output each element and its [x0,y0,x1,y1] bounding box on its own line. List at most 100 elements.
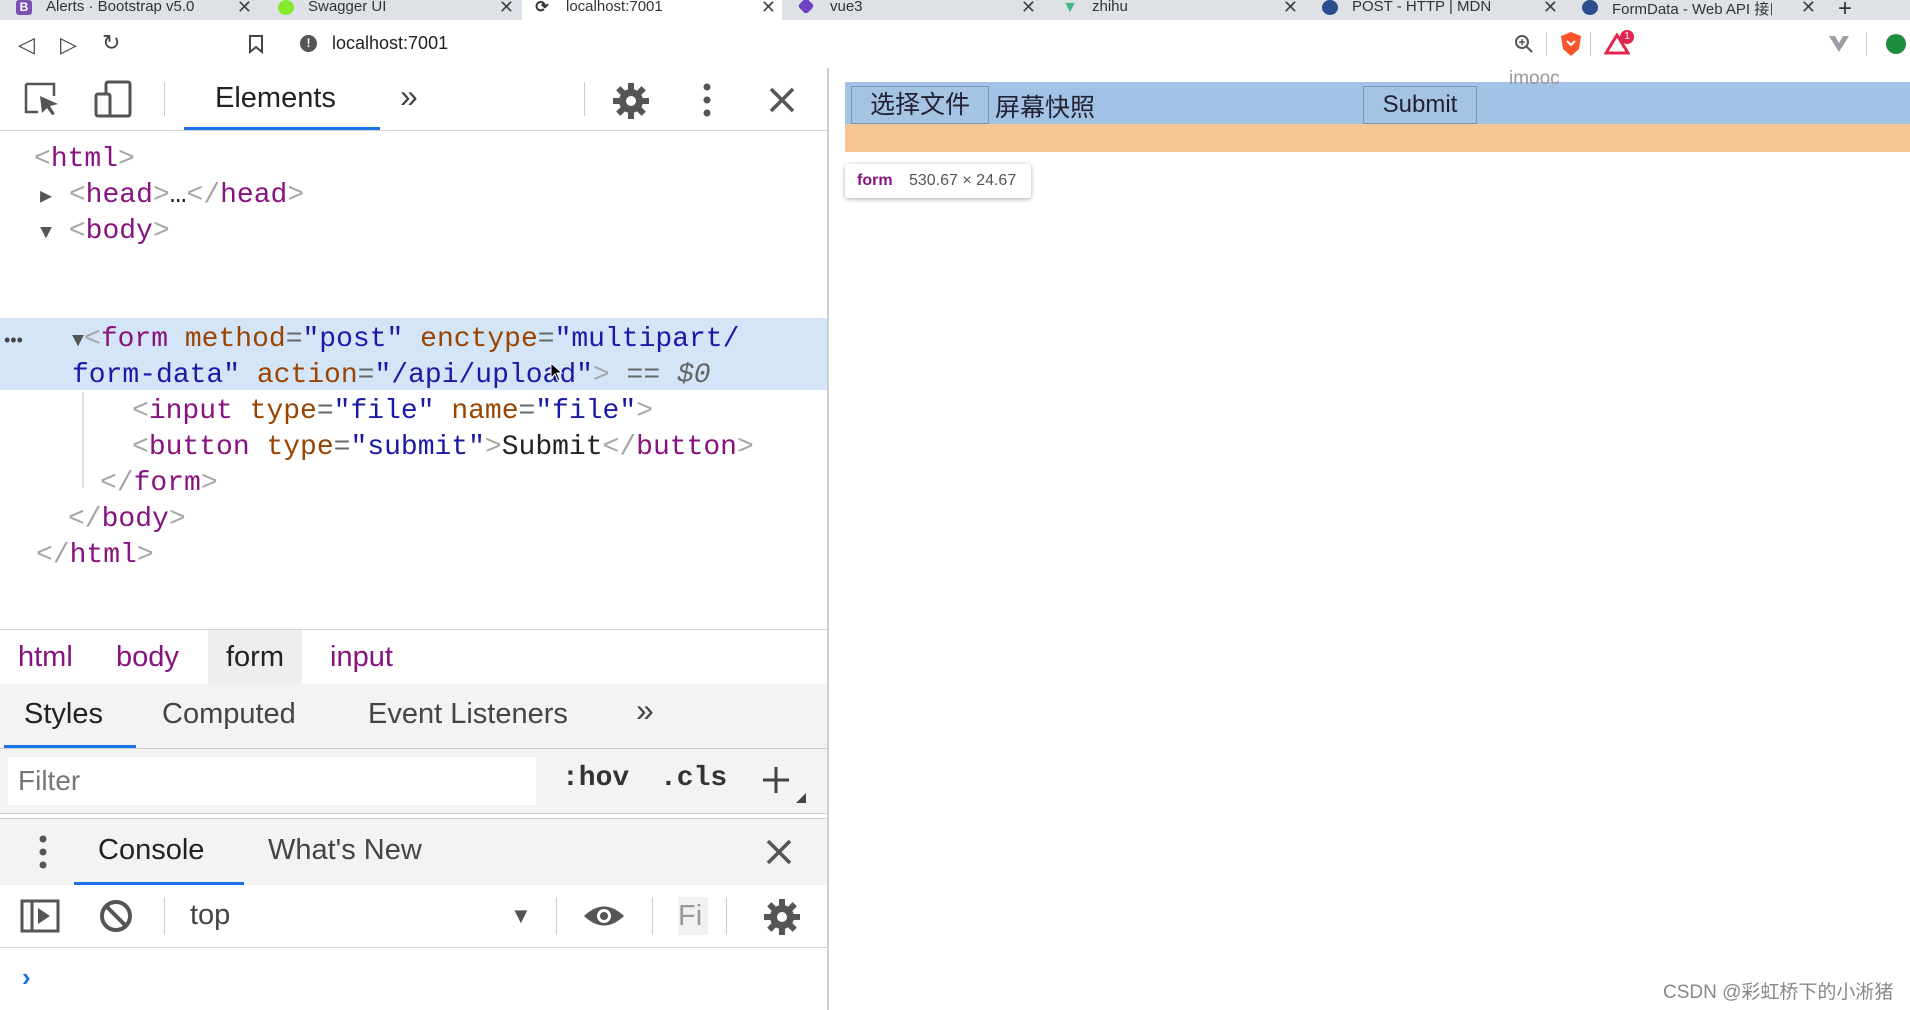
close-tab-icon[interactable]: ✕ [237,0,252,18]
clear-console-icon[interactable] [98,898,134,934]
close-tab-icon[interactable]: ✕ [761,0,776,18]
close-tab-icon[interactable]: ✕ [1543,0,1558,18]
live-expression-eye-icon[interactable] [582,903,626,929]
tab-whats-new[interactable]: What's New [268,834,422,867]
console-toolbar: top ▼ Fi [0,885,827,948]
dom-node-body[interactable]: ▼ <body> [40,214,170,250]
settings-gear-icon[interactable] [611,81,651,121]
dom-node-body-close[interactable]: </body> [68,502,186,538]
close-tab-icon[interactable]: ✕ [499,0,514,18]
tab-vue3[interactable]: vue3 ✕ [784,0,1042,20]
close-devtools-icon[interactable] [768,86,796,114]
tab-localhost[interactable]: ⟳ localhost:7001 ✕ [522,0,782,20]
vue-logo-icon: ▼ [1062,0,1078,16]
dom-node-form-cont[interactable]: form-data" action="/api/upload"> == $0 [72,358,711,394]
chevron-down-icon[interactable]: ▼ [510,903,532,929]
toolbar-divider [164,82,165,116]
devtools-main-toolbar: Elements » [0,68,827,131]
tab-console[interactable]: Console [98,834,204,867]
reload-icon[interactable]: ↻ [102,30,120,56]
site-info-icon[interactable]: ! [300,35,317,52]
breadcrumb-html[interactable]: html [0,630,91,684]
show-sidebar-icon[interactable] [20,899,60,933]
zoom-icon[interactable] [1514,34,1534,54]
bootstrap-icon: B [16,0,32,15]
tab-bootstrap[interactable]: B Alerts · Bootstrap v5.0 ✕ [0,0,258,20]
selected-file-name: 屏幕快照 [995,93,1096,122]
close-tab-icon[interactable]: ✕ [1021,0,1036,18]
tab-styles[interactable]: Styles [24,698,103,731]
page-viewport: 选择文件 屏幕快照 Submit imooc form 530.67 × 24.… [829,68,1910,1010]
extension-icon[interactable] [1886,34,1906,54]
tab-title: POST - HTTP | MDN [1352,0,1492,15]
address-bar[interactable]: localhost:7001 [332,33,448,54]
tab-computed[interactable]: Computed [162,698,296,731]
dom-node-html[interactable]: <html> [34,142,135,178]
toolbar-divider [164,897,165,935]
active-tab-indicator [4,745,136,748]
choose-file-button[interactable]: 选择文件 [851,86,989,124]
mouse-cursor-icon [550,362,564,382]
styles-filter-row: Filter :hov .cls [0,749,827,814]
console-settings-gear-icon[interactable] [762,897,802,937]
tab-mdn-formdata[interactable]: FormData - Web API 接口 ✕ [1566,0,1822,20]
breadcrumb-body[interactable]: body [98,630,197,684]
device-toolbar-icon[interactable] [94,80,134,118]
node-actions-ellipsis[interactable]: ••• [4,330,23,351]
breadcrumb-input[interactable]: input [312,630,411,684]
forward-icon[interactable]: ▷ [60,32,77,58]
styles-filter-input[interactable]: Filter [8,757,536,805]
cls-toggle[interactable]: .cls [660,763,727,794]
dom-tree: <html> ▶ <head>…</head> ▼ <body> ••• ▼<f… [0,130,827,628]
more-tabs-icon[interactable]: » [636,692,654,729]
bookmark-icon[interactable] [248,34,264,54]
dom-node-button[interactable]: <button type="submit">Submit</button> [132,430,754,466]
styles-tabbar: Styles Computed Event Listeners » [0,684,827,749]
submit-button[interactable]: Submit [1363,86,1477,124]
collapse-triangle-icon[interactable]: ▼ [40,222,52,245]
rewards-badge: 1 [1620,30,1634,44]
console-filter-input[interactable]: Fi [678,897,708,935]
video-watermark: imooc [1509,68,1560,89]
new-style-rule-icon[interactable] [762,765,808,807]
more-options-icon[interactable] [702,83,712,117]
breadcrumb-form[interactable]: form [208,630,302,684]
filter-placeholder: Filter [18,765,81,796]
context-selector[interactable]: top [190,899,230,932]
filter-placeholder: Fi [678,900,703,932]
close-drawer-icon[interactable] [766,839,792,865]
tab-elements[interactable]: Elements [215,82,336,115]
dom-node-input[interactable]: <input type="file" name="file"> [132,394,653,430]
close-tab-icon[interactable]: ✕ [1801,0,1816,18]
drawer-tabbar: Console What's New [0,818,827,886]
swagger-icon [278,0,294,15]
tab-title: zhihu [1092,0,1128,15]
brave-shield-icon[interactable] [1560,31,1582,57]
tooltip-tag: form [857,172,893,189]
tab-zhihu[interactable]: ▼ zhihu ✕ [1046,0,1304,20]
dom-node-form[interactable]: ▼<form method="post" enctype="multipart/ [72,322,739,358]
loading-icon: ⟳ [534,0,550,16]
close-tab-icon[interactable]: ✕ [1283,0,1298,18]
toolbar-divider [556,897,557,935]
margin-highlight-overlay [845,124,1910,152]
back-icon[interactable]: ◁ [18,32,35,58]
dom-node-head[interactable]: ▶ <head>…</head> [40,178,304,214]
drawer-menu-icon[interactable] [38,835,48,869]
vpn-icon[interactable] [1828,35,1850,53]
dom-node-form-close[interactable]: </form> [100,466,218,502]
dom-node-html-close[interactable]: </html> [36,538,154,574]
indent-guide [82,392,84,488]
tab-event-listeners[interactable]: Event Listeners [368,698,568,731]
tab-title: vue3 [830,0,863,15]
tab-mdn-post[interactable]: POST - HTTP | MDN ✕ [1306,0,1564,20]
collapse-triangle-icon[interactable]: ▼ [72,330,84,353]
vue3-icon [797,0,815,15]
inspect-element-icon[interactable] [24,82,60,116]
console-prompt[interactable]: › [22,962,31,993]
more-tabs-icon[interactable]: » [400,78,418,115]
tab-swagger[interactable]: Swagger UI ✕ [262,0,520,20]
hov-toggle[interactable]: :hov [562,763,629,794]
expand-triangle-icon[interactable]: ▶ [40,186,52,209]
toolbar-divider [584,82,585,116]
